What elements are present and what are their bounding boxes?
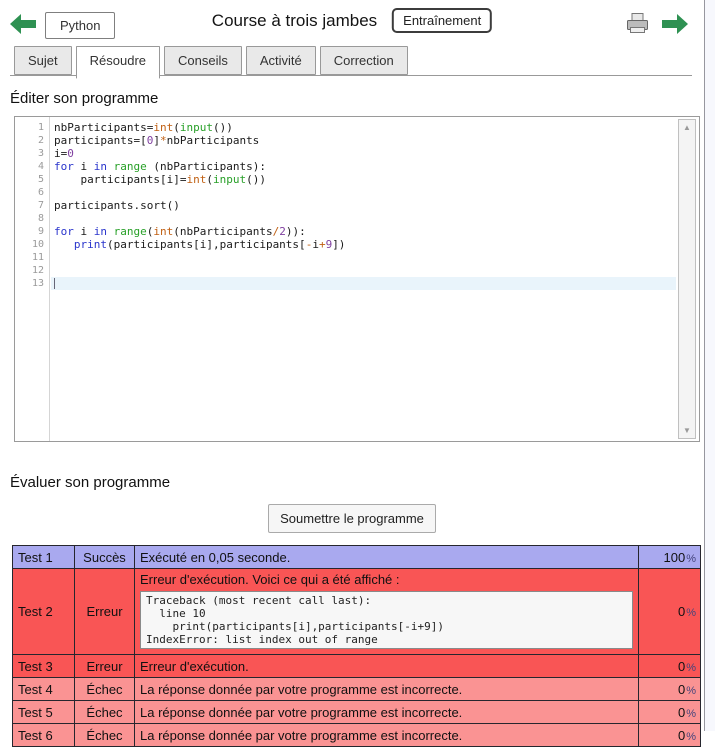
test-cell: Test 4 [12,677,75,701]
score-cell: 0% [638,677,701,701]
status-cell: Erreur [74,568,135,655]
line-number: 6 [37,187,44,198]
page-title: Course à trois jambes [211,10,378,30]
message-cell: Erreur d'exécution. Voici ce qui a été a… [134,568,639,655]
tab-conseils[interactable]: Conseils [164,46,242,75]
line-number: 13 [31,278,44,289]
page-content: Python Course à trois jambes Entraînemen… [0,0,704,747]
message-text: Erreur d'exécution. [140,658,249,674]
score-cell: 100% [638,545,701,569]
editor-gutter: 1 2 3 4 5 6 7 8 9 10 11 12 13 [15,117,50,441]
score-cell: 0% [638,700,701,724]
language-button[interactable]: Python [45,12,116,39]
code-line: participants[i]=int(input()) [54,173,266,186]
code-editor[interactable]: 1 2 3 4 5 6 7 8 9 10 11 12 13 nbParticipants=int(inp… [14,116,700,442]
forward-button[interactable] [661,14,688,37]
message-text: La réponse donnée par votre programme es… [140,704,463,720]
code-line: participants.sort() [54,199,180,212]
message-text: Exécuté en 0,05 seconde. [140,549,291,565]
tab-résoudre[interactable]: Résoudre [75,46,161,79]
printer-icon [624,12,651,39]
back-button[interactable] [10,14,37,37]
title-group: Course à trois jambes Entraînement [211,8,493,33]
header: Python Course à trois jambes Entraînemen… [0,0,704,42]
line-number: 7 [37,200,44,211]
test-cell: Test 1 [12,545,75,569]
message-cell: La réponse donnée par votre programme es… [134,677,639,701]
line-number: 4 [37,161,44,172]
message-text: Erreur d'exécution. Voici ce qui a été a… [140,572,400,587]
submit-row: Soumettre le programme [0,504,704,533]
line-number: 1 [37,122,44,133]
line-number: 3 [37,148,44,159]
training-badge: Entraînement [392,8,493,33]
edit-section-heading: Éditer son programme [10,90,159,107]
message-text: La réponse donnée par votre programme es… [140,727,463,743]
line-number: 10 [31,239,44,250]
submit-button[interactable]: Soumettre le programme [268,504,436,533]
status-cell: Échec [74,677,135,701]
evaluate-section-heading: Évaluer son programme [10,474,171,491]
line-number: 12 [31,265,44,276]
line-number: 11 [31,252,44,263]
test-cell: Test 2 [12,568,75,655]
message-cell: La réponse donnée par votre programme es… [134,700,639,724]
results-table-body: Test 1 Succès Exécuté en 0,05 seconde. 100%… [12,545,701,747]
table-row: Test 5 Échec La réponse donnée par votre p… [12,700,701,724]
code-line: for i in range(int(nbParticipants/2)): [54,225,306,238]
results-table: Test 1 Succès Exécuté en 0,05 seconde. 100%… [12,545,701,747]
traceback-box: Traceback (most recent call last): line … [140,591,633,649]
table-row: Test 4 Échec La réponse donnée par votre p… [12,677,701,701]
table-row: Test 3 Erreur Erreur d'exécution. 0% [12,654,701,678]
scroll-up-icon[interactable]: ▲ [679,123,695,132]
line-number: 5 [37,174,44,185]
forward-arrow-icon [661,14,688,37]
message-text: La réponse donnée par votre programme es… [140,681,463,697]
table-row: Test 6 Échec La réponse donnée par votre p… [12,723,701,747]
page-scrollbar[interactable] [704,0,715,731]
header-left: Python [10,12,116,39]
status-cell: Échec [74,723,135,747]
back-arrow-icon [10,14,37,37]
line-number: 2 [37,135,44,146]
code-line: i=0 [54,147,74,160]
line-number: 8 [37,213,44,224]
line-number: 9 [37,226,44,237]
test-cell: Test 6 [12,723,75,747]
test-cell: Test 5 [12,700,75,724]
tab-activité[interactable]: Activité [245,46,316,75]
status-cell: Succès [74,545,135,569]
code-line [51,277,676,290]
score-cell: 0% [638,654,701,678]
code-line: nbParticipants=int(input()) [54,121,233,134]
header-right [624,12,688,39]
print-button[interactable] [624,12,651,39]
score-cell: 0% [638,723,701,747]
code-line: for i in range (nbParticipants): [54,160,266,173]
status-cell: Échec [74,700,135,724]
tab-bar: Sujet Résoudre Conseils Activité Correction [10,46,692,79]
status-cell: Erreur [74,654,135,678]
tab-correction[interactable]: Correction [319,46,408,75]
editor-code[interactable]: nbParticipants=int(input()) participants=… [51,117,676,441]
scroll-down-icon[interactable]: ▼ [679,426,695,435]
editor-scrollbar[interactable]: ▲ ▼ [678,119,696,439]
table-row: Test 1 Succès Exécuté en 0,05 seconde. 100% [12,545,701,569]
message-cell: Erreur d'exécution. [134,654,639,678]
message-cell: Exécuté en 0,05 seconde. [134,545,639,569]
code-line: print(participants[i],participants[-i+9]… [73,238,346,251]
table-row: Test 2 Erreur Erreur d'exécution. Voici ce… [12,568,701,655]
score-cell: 0% [638,568,701,655]
code-line: participants=[0]*nbParticipants [54,134,260,147]
tab-sujet[interactable]: Sujet [14,46,72,75]
test-cell: Test 3 [12,654,75,678]
message-cell: La réponse donnée par votre programme es… [134,723,639,747]
